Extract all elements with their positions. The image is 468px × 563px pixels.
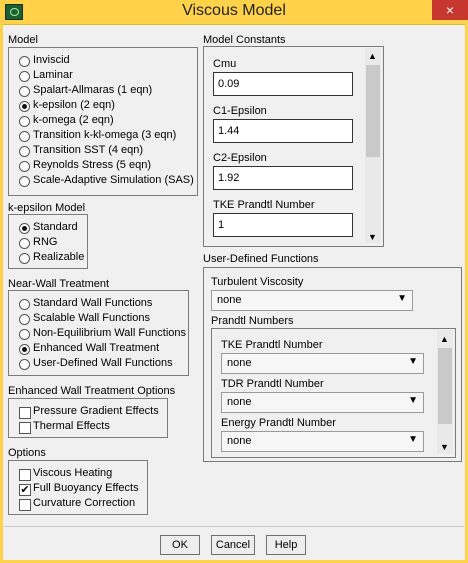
tke-prandtl-input[interactable] bbox=[213, 213, 353, 237]
options-group: Viscous Heating ✔ Full Buoyancy Effects … bbox=[8, 460, 148, 515]
model-group: Inviscid Laminar Spalart-Allmaras (1 eqn… bbox=[8, 47, 198, 196]
k-epsilon-model-group: Standard RNG Realizable bbox=[8, 214, 88, 269]
help-button[interactable]: Help bbox=[266, 535, 306, 555]
full-buoyancy-checkbox[interactable]: ✔ bbox=[19, 484, 31, 496]
model-option-reynolds-stress-label[interactable]: Reynolds Stress (5 eqn) bbox=[33, 159, 151, 171]
model-option-sas-radio[interactable] bbox=[19, 176, 30, 187]
model-option-k-omega-radio[interactable] bbox=[19, 116, 30, 127]
k-epsilon-realizable-radio[interactable] bbox=[19, 253, 30, 264]
model-option-transition-sst-radio[interactable] bbox=[19, 146, 30, 157]
near-wall-enhanced-label[interactable]: Enhanced Wall Treatment bbox=[33, 342, 159, 354]
model-option-k-omega-label[interactable]: k-omega (2 eqn) bbox=[33, 114, 114, 126]
thermal-effects-checkbox[interactable] bbox=[19, 422, 31, 434]
cmu-label: Cmu bbox=[213, 58, 237, 70]
udf-label: User-Defined Functions bbox=[203, 253, 319, 265]
near-wall-standard-label[interactable]: Standard Wall Functions bbox=[33, 297, 152, 309]
k-epsilon-standard-radio[interactable] bbox=[19, 223, 30, 234]
prandtl-numbers-group: TKE Prandtl Number none ▼ TDR Prandtl Nu… bbox=[211, 328, 456, 458]
model-option-spalart-label[interactable]: Spalart-Allmaras (1 eqn) bbox=[33, 84, 152, 96]
udf-energy-prandtl-select[interactable]: none ▼ bbox=[221, 431, 424, 452]
near-wall-non-equilibrium-label[interactable]: Non-Equilibrium Wall Functions bbox=[33, 327, 186, 339]
enhanced-wall-options-group: Pressure Gradient Effects Thermal Effect… bbox=[8, 398, 168, 438]
near-wall-user-defined-radio[interactable] bbox=[19, 359, 30, 370]
near-wall-group-label: Near-Wall Treatment bbox=[8, 278, 110, 290]
chevron-down-icon: ▼ bbox=[408, 434, 418, 445]
turbulent-viscosity-select[interactable]: none ▼ bbox=[211, 290, 413, 311]
cancel-button[interactable]: Cancel bbox=[211, 535, 255, 555]
prandtl-numbers-scroll-up-icon[interactable]: ▲ bbox=[440, 334, 449, 344]
model-option-reynolds-stress-radio[interactable] bbox=[19, 161, 30, 172]
k-epsilon-model-group-label: k-epsilon Model bbox=[8, 202, 86, 214]
k-epsilon-rng-label[interactable]: RNG bbox=[33, 236, 57, 248]
near-wall-enhanced-radio[interactable] bbox=[19, 344, 30, 355]
c1-epsilon-input[interactable] bbox=[213, 119, 353, 143]
ok-button[interactable]: OK bbox=[160, 535, 200, 555]
udf-group: Turbulent Viscosity none ▼ Prandtl Numbe… bbox=[203, 267, 462, 462]
model-option-transition-kkl-label[interactable]: Transition k-kl-omega (3 eqn) bbox=[33, 129, 176, 141]
cmu-input[interactable] bbox=[213, 72, 353, 96]
options-group-label: Options bbox=[8, 447, 46, 459]
viscous-heating-label[interactable]: Viscous Heating bbox=[33, 467, 112, 479]
window-title: Viscous Model bbox=[182, 2, 286, 19]
pressure-gradient-checkbox[interactable] bbox=[19, 407, 31, 419]
model-option-sas-label[interactable]: Scale-Adaptive Simulation (SAS) bbox=[33, 174, 194, 186]
k-epsilon-rng-radio[interactable] bbox=[19, 238, 30, 249]
k-epsilon-standard-label[interactable]: Standard bbox=[33, 221, 78, 233]
enhanced-wall-options-group-label: Enhanced Wall Treatment Options bbox=[8, 385, 176, 397]
model-constants-scroll-thumb[interactable] bbox=[366, 65, 380, 157]
model-constants-group: Cmu C1-Epsilon C2-Epsilon TKE Prandtl Nu… bbox=[203, 46, 384, 247]
model-option-laminar-label[interactable]: Laminar bbox=[33, 69, 73, 81]
near-wall-group: Standard Wall Functions Scalable Wall Fu… bbox=[8, 290, 189, 376]
model-option-inviscid-label[interactable]: Inviscid bbox=[33, 54, 70, 66]
turbulent-viscosity-label: Turbulent Viscosity bbox=[211, 276, 304, 288]
chevron-down-icon: ▼ bbox=[408, 395, 418, 406]
udf-tke-prandtl-select[interactable]: none ▼ bbox=[221, 353, 424, 374]
model-option-k-epsilon-radio[interactable] bbox=[19, 101, 30, 112]
udf-tdr-prandtl-label: TDR Prandtl Number bbox=[221, 378, 324, 390]
button-bar-divider bbox=[4, 526, 464, 527]
near-wall-scalable-label[interactable]: Scalable Wall Functions bbox=[33, 312, 150, 324]
c2-epsilon-input[interactable] bbox=[213, 166, 353, 190]
model-option-laminar-radio[interactable] bbox=[19, 71, 30, 82]
model-option-k-epsilon-label[interactable]: k-epsilon (2 eqn) bbox=[33, 99, 115, 111]
near-wall-user-defined-label[interactable]: User-Defined Wall Functions bbox=[33, 357, 173, 369]
pressure-gradient-label[interactable]: Pressure Gradient Effects bbox=[33, 405, 159, 417]
udf-tdr-prandtl-select[interactable]: none ▼ bbox=[221, 392, 424, 413]
curvature-correction-label[interactable]: Curvature Correction bbox=[33, 497, 135, 509]
prandtl-numbers-label: Prandtl Numbers bbox=[211, 315, 294, 327]
udf-energy-prandtl-label: Energy Prandtl Number bbox=[221, 417, 336, 429]
c2-epsilon-label: C2-Epsilon bbox=[213, 152, 267, 164]
tke-prandtl-label: TKE Prandtl Number bbox=[213, 199, 315, 211]
udf-energy-prandtl-value: none bbox=[227, 435, 252, 447]
chevron-down-icon: ▼ bbox=[408, 356, 418, 367]
near-wall-non-equilibrium-radio[interactable] bbox=[19, 329, 30, 340]
near-wall-scalable-radio[interactable] bbox=[19, 314, 30, 325]
c1-epsilon-label: C1-Epsilon bbox=[213, 105, 267, 117]
model-group-label: Model bbox=[8, 34, 38, 46]
prandtl-numbers-scroll-down-icon[interactable]: ▼ bbox=[440, 442, 449, 452]
viscous-heating-checkbox[interactable] bbox=[19, 469, 31, 481]
k-epsilon-realizable-label[interactable]: Realizable bbox=[33, 251, 84, 263]
udf-tdr-prandtl-value: none bbox=[227, 396, 252, 408]
model-option-transition-kkl-radio[interactable] bbox=[19, 131, 30, 142]
prandtl-numbers-scroll-thumb[interactable] bbox=[438, 348, 452, 424]
model-constants-scroll-down-icon[interactable]: ▼ bbox=[368, 232, 377, 242]
turbulent-viscosity-value: none bbox=[217, 294, 242, 306]
chevron-down-icon: ▼ bbox=[397, 293, 407, 304]
model-constants-label: Model Constants bbox=[203, 34, 286, 46]
curvature-correction-checkbox[interactable] bbox=[19, 499, 31, 511]
model-option-transition-sst-label[interactable]: Transition SST (4 eqn) bbox=[33, 144, 143, 156]
near-wall-standard-radio[interactable] bbox=[19, 299, 30, 310]
full-buoyancy-label[interactable]: Full Buoyancy Effects bbox=[33, 482, 139, 494]
udf-tke-prandtl-label: TKE Prandtl Number bbox=[221, 339, 323, 351]
thermal-effects-label[interactable]: Thermal Effects bbox=[33, 420, 110, 432]
model-option-spalart-radio[interactable] bbox=[19, 86, 30, 97]
window-border-left bbox=[0, 24, 3, 563]
model-option-inviscid-radio[interactable] bbox=[19, 56, 30, 67]
udf-tke-prandtl-value: none bbox=[227, 357, 252, 369]
close-button[interactable]: × bbox=[432, 0, 468, 20]
model-constants-scroll-up-icon[interactable]: ▲ bbox=[368, 51, 377, 61]
